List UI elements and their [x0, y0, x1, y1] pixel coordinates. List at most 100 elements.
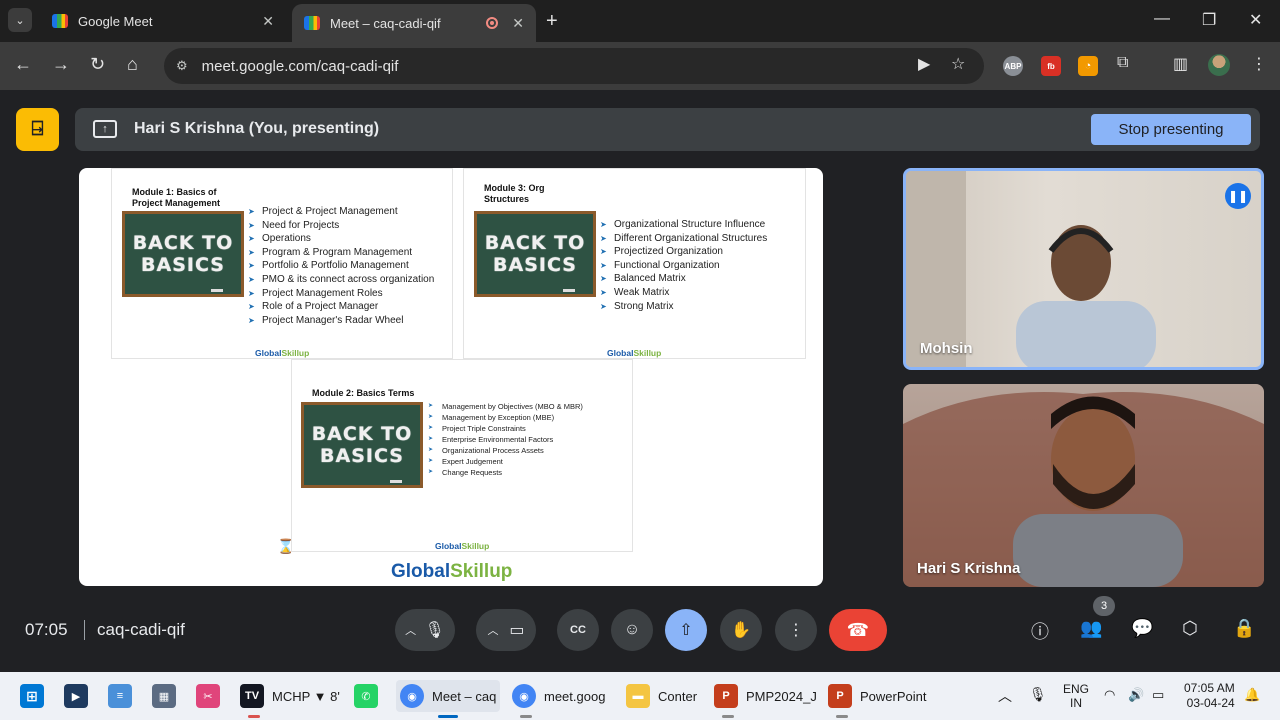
- list-item: PMO & its connect across organization: [248, 273, 438, 287]
- people-icon[interactable]: 👥: [1080, 618, 1102, 639]
- hang-up-icon: ☎: [846, 619, 870, 640]
- reload-button[interactable]: ↻: [90, 54, 105, 75]
- list-item: Different Organizational Structures: [600, 232, 800, 246]
- list-item: Need for Projects: [248, 219, 438, 233]
- captions-icon: CC: [570, 624, 586, 636]
- microphone-tray-icon[interactable]: 🎙: [1029, 686, 1047, 703]
- speaking-indicator-icon: ❚❚: [1225, 183, 1251, 209]
- start-button[interactable]: ⊞: [20, 680, 52, 712]
- windows-logo-icon: ⊞: [20, 684, 44, 708]
- taskbar-app-meet[interactable]: ◉ Meet – caq: [396, 680, 500, 718]
- more-options-button[interactable]: ⋮: [775, 609, 817, 651]
- reactions-button[interactable]: ☺: [611, 609, 653, 651]
- minimize-button[interactable]: —: [1154, 10, 1170, 28]
- present-now-button[interactable]: ⇧: [665, 609, 707, 651]
- microphone-icon[interactable]: 🎙: [425, 620, 445, 640]
- activities-icon[interactable]: ⬡: [1182, 618, 1198, 639]
- tab-search-button[interactable]: ⌄: [8, 8, 32, 32]
- wifi-icon[interactable]: ◠: [1104, 687, 1115, 703]
- tab-google-meet[interactable]: Google Meet ✕: [40, 0, 286, 42]
- taskbar-app-label: PMP2024_J: [746, 688, 817, 704]
- window-close-button[interactable]: ✕: [1249, 10, 1262, 30]
- captions-button[interactable]: CC: [557, 609, 599, 651]
- profile-avatar[interactable]: [1208, 54, 1230, 76]
- participant-tile-mohsin[interactable]: ❚❚ Mohsin: [903, 168, 1264, 370]
- show-hidden-icons-chevron-up-icon[interactable]: ︿: [998, 686, 1012, 706]
- taskbar-app-powerpoint[interactable]: P PowerPoint: [828, 680, 928, 718]
- meeting-details-icon[interactable]: ⓘ: [1031, 618, 1049, 644]
- close-icon[interactable]: ✕: [512, 15, 524, 32]
- powerpoint-icon: P: [714, 684, 738, 708]
- restore-button[interactable]: ❐: [1202, 10, 1216, 30]
- hand-icon: ✋: [731, 622, 751, 639]
- globalskillup-logo: GlobalSkillup: [435, 541, 490, 551]
- companion-mode-button[interactable]: ⍈: [16, 108, 59, 151]
- taskbar-app-calculator[interactable]: ▦: [152, 680, 184, 712]
- new-tab-button[interactable]: +: [546, 10, 558, 33]
- camera-control[interactable]: ︿ ▭: [476, 609, 536, 651]
- volume-icon[interactable]: 🔊: [1128, 687, 1144, 703]
- taskbar-app-explorer[interactable]: ▬ Conter: [626, 680, 702, 712]
- participant-name: Mohsin: [920, 340, 973, 357]
- leave-call-button[interactable]: ☎: [829, 609, 887, 651]
- stop-presenting-button[interactable]: Stop presenting: [1091, 114, 1251, 145]
- language-label: ENG: [1063, 682, 1090, 696]
- list-item: Functional Organization: [600, 259, 800, 273]
- chevron-up-icon[interactable]: ︿: [405, 622, 416, 638]
- meet-favicon-icon: [52, 14, 68, 28]
- taskbar-app-snipping[interactable]: ✂: [196, 680, 228, 712]
- notepad-icon: ≡: [108, 684, 132, 708]
- forward-button[interactable]: →: [52, 54, 70, 75]
- taskbar-app-chrome[interactable]: ◉ meet.goog: [512, 680, 616, 718]
- system-clock[interactable]: 07:05 AM 03-04-24: [1184, 681, 1235, 711]
- taskbar-app-notepad[interactable]: ≡: [108, 680, 140, 712]
- globalskillup-logo: GlobalSkillup: [607, 348, 662, 358]
- rss-extension-icon[interactable]: ◔: [1078, 56, 1098, 76]
- presenting-banner: ↑ Hari S Krishna (You, presenting) Stop …: [75, 108, 1260, 151]
- taskbar-app-tradingview[interactable]: TV MCHP ▼ 8': [240, 680, 340, 718]
- module3-title: Module 3: Org Structures: [484, 183, 545, 204]
- host-controls-icon[interactable]: 🔒: [1233, 618, 1255, 639]
- side-panel-icon[interactable]: ▥: [1173, 54, 1188, 74]
- participant-tile-hari[interactable]: Hari S Krishna: [903, 384, 1264, 587]
- list-item: Project Manager's Radar Wheel: [248, 314, 438, 328]
- bookmark-star-icon[interactable]: ☆: [951, 54, 965, 74]
- module1-title: Module 1: Basics of Project Management: [132, 187, 221, 208]
- list-item: Operations: [248, 232, 438, 246]
- chalkboard-image: BACK TO BASICS: [301, 402, 423, 488]
- back-button[interactable]: ←: [14, 54, 32, 75]
- taskbar-app-powerpoint-file[interactable]: P PMP2024_J: [714, 680, 818, 718]
- chevron-up-icon[interactable]: ︿: [487, 622, 498, 638]
- list-item: Portfolio & Portfolio Management: [248, 259, 438, 273]
- adblock-extension-icon[interactable]: ABP: [1003, 56, 1023, 76]
- list-item: Organizational Process Assets: [428, 445, 628, 456]
- camera-in-use-icon[interactable]: ▶: [918, 54, 930, 74]
- shared-screen: Module 1: Basics of Project Management B…: [79, 168, 823, 586]
- media-player-icon: ▶: [64, 684, 88, 708]
- taskbar-app-videos[interactable]: ▶: [64, 680, 96, 712]
- site-info-icon[interactable]: ⚙: [176, 58, 188, 74]
- tab-title: Meet – caq-cadi-qif: [330, 15, 441, 31]
- chat-icon[interactable]: 💬: [1131, 618, 1153, 639]
- raise-hand-button[interactable]: ✋: [720, 609, 762, 651]
- language-indicator[interactable]: ENG IN: [1063, 682, 1089, 710]
- globalskillup-logo: GlobalSkillup: [255, 348, 310, 358]
- tradingview-icon: TV: [240, 684, 264, 708]
- microphone-control[interactable]: ︿ 🎙: [395, 609, 455, 651]
- powerpoint-icon: P: [828, 684, 852, 708]
- tab-meet-call[interactable]: Meet – caq-cadi-qif ✕: [292, 4, 536, 42]
- taskbar-app-whatsapp[interactable]: ✆: [354, 680, 386, 712]
- close-icon[interactable]: ✕: [262, 13, 274, 30]
- camera-icon[interactable]: ▭: [509, 620, 524, 640]
- address-bar[interactable]: ⚙ meet.google.com/caq-cadi-qif: [164, 48, 984, 84]
- chrome-menu-icon[interactable]: ⋮: [1251, 54, 1267, 74]
- notifications-bell-icon[interactable]: 🔔: [1244, 687, 1260, 703]
- whatsapp-icon: ✆: [354, 684, 378, 708]
- battery-icon[interactable]: ▭: [1152, 687, 1164, 703]
- fb-extension-icon[interactable]: fb: [1041, 56, 1061, 76]
- home-button[interactable]: ⌂: [127, 54, 138, 75]
- extensions-puzzle-icon[interactable]: ⧉: [1117, 54, 1128, 72]
- module3-list: Organizational Structure Influence Diffe…: [600, 218, 800, 313]
- list-item: Role of a Project Manager: [248, 300, 438, 314]
- present-screen-icon: ↑: [93, 120, 117, 138]
